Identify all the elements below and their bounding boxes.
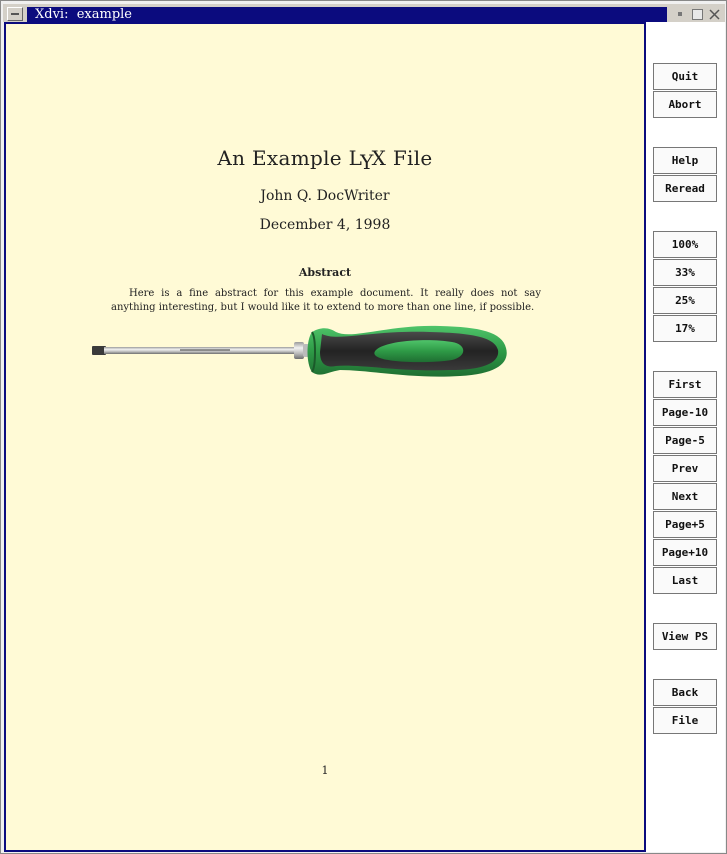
reread-button[interactable]: Reread bbox=[653, 175, 717, 202]
page-minus-5-button[interactable]: Page-5 bbox=[653, 427, 717, 454]
last-page-button[interactable]: Last bbox=[653, 567, 717, 594]
title-strip: Xdvi: example bbox=[27, 7, 667, 22]
window-menu-icon[interactable] bbox=[7, 7, 23, 21]
help-button[interactable]: Help bbox=[653, 147, 717, 174]
document-date: December 4, 1998 bbox=[259, 217, 391, 233]
button-panel: Quit Abort Help Reread 100% 33% 25% 17% … bbox=[646, 22, 725, 852]
prev-page-button[interactable]: Prev bbox=[653, 455, 717, 482]
zoom-33-button[interactable]: 33% bbox=[653, 259, 717, 286]
page-number: 1 bbox=[321, 764, 329, 777]
view-ps-button[interactable]: View PS bbox=[653, 623, 717, 650]
document-viewport[interactable]: An Example LYX File John Q. DocWriter De… bbox=[4, 22, 646, 852]
document-title: An Example LYX File bbox=[6, 146, 644, 174]
zoom-17-button[interactable]: 17% bbox=[653, 315, 717, 342]
minimize-icon[interactable] bbox=[675, 9, 686, 20]
first-page-button[interactable]: First bbox=[653, 371, 717, 398]
dvi-page: An Example LYX File John Q. DocWriter De… bbox=[6, 24, 644, 850]
title-bar: Xdvi: example bbox=[3, 4, 725, 22]
file-button[interactable]: File bbox=[653, 707, 717, 734]
zoom-25-button[interactable]: 25% bbox=[653, 287, 717, 314]
screwdriver-image bbox=[92, 325, 507, 377]
abstract-text: Here is a fine abstract for this example… bbox=[111, 288, 541, 313]
xdvi-window: Xdvi: example An Example LYX File John Q… bbox=[0, 0, 727, 854]
window-title: Xdvi: example bbox=[35, 7, 132, 22]
page-plus-5-button[interactable]: Page+5 bbox=[653, 511, 717, 538]
next-page-button[interactable]: Next bbox=[653, 483, 717, 510]
document-author: John Q. DocWriter bbox=[260, 188, 390, 204]
zoom-100-button[interactable]: 100% bbox=[653, 231, 717, 258]
abstract-heading: Abstract bbox=[298, 266, 352, 279]
maximize-icon[interactable] bbox=[692, 9, 703, 20]
title-part-1: An Example L bbox=[217, 146, 363, 170]
title-part-2: Y bbox=[360, 150, 374, 174]
quit-button[interactable]: Quit bbox=[653, 63, 717, 90]
back-button[interactable]: Back bbox=[653, 679, 717, 706]
abort-button[interactable]: Abort bbox=[653, 91, 717, 118]
title-part-3: X File bbox=[371, 146, 433, 170]
page-minus-10-button[interactable]: Page-10 bbox=[653, 399, 717, 426]
close-icon[interactable] bbox=[709, 9, 720, 20]
page-plus-10-button[interactable]: Page+10 bbox=[653, 539, 717, 566]
